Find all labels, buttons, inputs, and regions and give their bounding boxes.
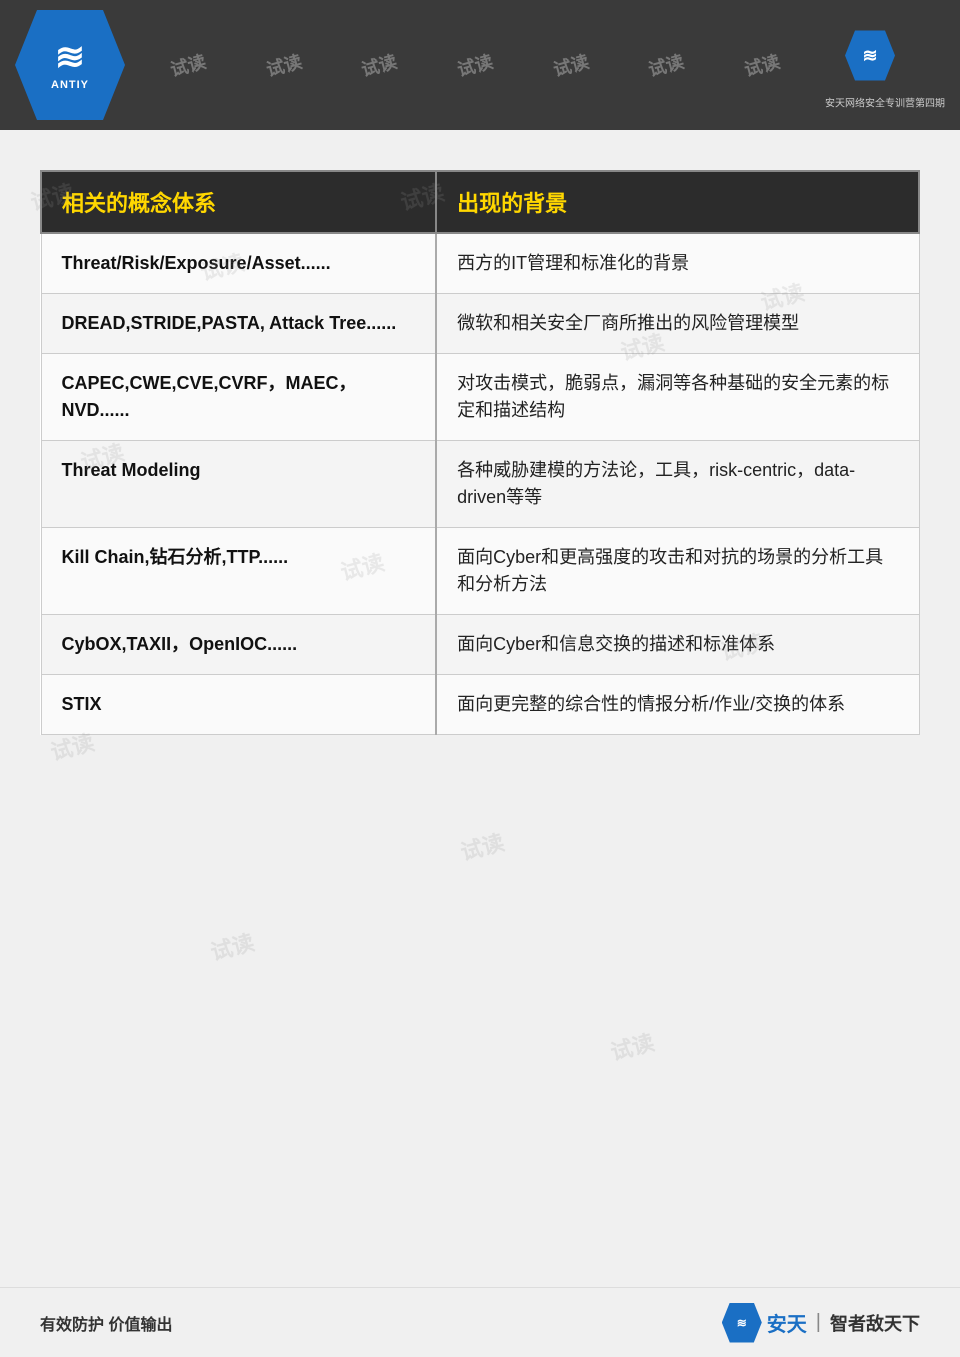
footer-brand-sub: 智者敌天下 xyxy=(830,1310,920,1336)
footer-brand: ≋ 安天 | 智者敌天下 xyxy=(722,1303,920,1343)
header-watermarks: 试读 试读 试读 试读 试读 试读 试读 xyxy=(0,0,960,130)
table-row: Threat/Risk/Exposure/Asset......西方的IT管理和… xyxy=(41,233,919,294)
table-cell-col1: Kill Chain,钻石分析,TTP...... xyxy=(41,528,436,615)
brand-icon: ≋ xyxy=(845,31,895,81)
header: ≋ ANTIY 试读 试读 试读 试读 试读 试读 试读 ≋ 安天网络安全专训营… xyxy=(0,0,960,130)
table-cell-col1: CybOX,TAXII，OpenIOC...... xyxy=(41,615,436,675)
table-header-row: 相关的概念体系 出现的背景 xyxy=(41,171,919,233)
table-cell-col2: 对攻击模式，脆弱点，漏洞等各种基础的安全元素的标定和描述结构 xyxy=(436,354,919,441)
table-cell-col2: 面向Cyber和信息交换的描述和标准体系 xyxy=(436,615,919,675)
watermark: 试读 xyxy=(646,48,688,82)
watermark: 试读 xyxy=(454,48,496,82)
table-row: STIX面向更完整的综合性的情报分析/作业/交换的体系 xyxy=(41,675,919,735)
brand-subtitle: 安天网络安全专训营第四期 xyxy=(825,95,945,110)
brand-logo: ≋ xyxy=(825,21,915,91)
watermark: 试读 xyxy=(167,48,209,82)
footer-brand-icon: ≋ xyxy=(722,1303,762,1343)
table-cell-col1: Threat/Risk/Exposure/Asset...... xyxy=(41,233,436,294)
table-row: CybOX,TAXII，OpenIOC......面向Cyber和信息交换的描述… xyxy=(41,615,919,675)
col2-header: 出现的背景 xyxy=(436,171,919,233)
logo-icon: ≋ xyxy=(55,39,85,75)
data-table: 相关的概念体系 出现的背景 Threat/Risk/Exposure/Asset… xyxy=(40,170,920,735)
table-row: DREAD,STRIDE,PASTA, Attack Tree......微软和… xyxy=(41,294,919,354)
table-row: Kill Chain,钻石分析,TTP......面向Cyber和更高强度的攻击… xyxy=(41,528,919,615)
footer-brand-name: 安天 xyxy=(767,1308,807,1337)
watermark: 试读 xyxy=(550,48,592,82)
table-cell-col2: 微软和相关安全厂商所推出的风险管理模型 xyxy=(436,294,919,354)
table-cell-col1: DREAD,STRIDE,PASTA, Attack Tree...... xyxy=(41,294,436,354)
table-row: Threat Modeling各种威胁建模的方法论，工具，risk-centri… xyxy=(41,441,919,528)
table-row: CAPEC,CWE,CVE,CVRF，MAEC，NVD......对攻击模式，脆… xyxy=(41,354,919,441)
table-cell-col1: Threat Modeling xyxy=(41,441,436,528)
table-cell-col2: 各种威胁建模的方法论，工具，risk-centric，data-driven等等 xyxy=(436,441,919,528)
watermark: 试读 xyxy=(263,48,305,82)
watermark: 试读 xyxy=(358,48,400,82)
table-cell-col2: 西方的IT管理和标准化的背景 xyxy=(436,233,919,294)
table-cell-col2: 面向Cyber和更高强度的攻击和对抗的场景的分析工具和分析方法 xyxy=(436,528,919,615)
footer-tagline: 有效防护 价值输出 xyxy=(40,1311,172,1335)
table-cell-col2: 面向更完整的综合性的情报分析/作业/交换的体系 xyxy=(436,675,919,735)
footer: 有效防护 价值输出 ≋ 安天 | 智者敌天下 xyxy=(0,1287,960,1357)
header-brand: ≋ 安天网络安全专训营第四期 xyxy=(825,21,945,110)
footer-separator: | xyxy=(816,1311,821,1334)
table-cell-col1: STIX xyxy=(41,675,436,735)
logo-text: ANTIY xyxy=(51,79,89,91)
table-cell-col1: CAPEC,CWE,CVE,CVRF，MAEC，NVD...... xyxy=(41,354,436,441)
main-content: 相关的概念体系 出现的背景 Threat/Risk/Exposure/Asset… xyxy=(0,130,960,1357)
col1-header: 相关的概念体系 xyxy=(41,171,436,233)
watermark: 试读 xyxy=(741,48,783,82)
logo: ≋ ANTIY xyxy=(15,10,125,120)
